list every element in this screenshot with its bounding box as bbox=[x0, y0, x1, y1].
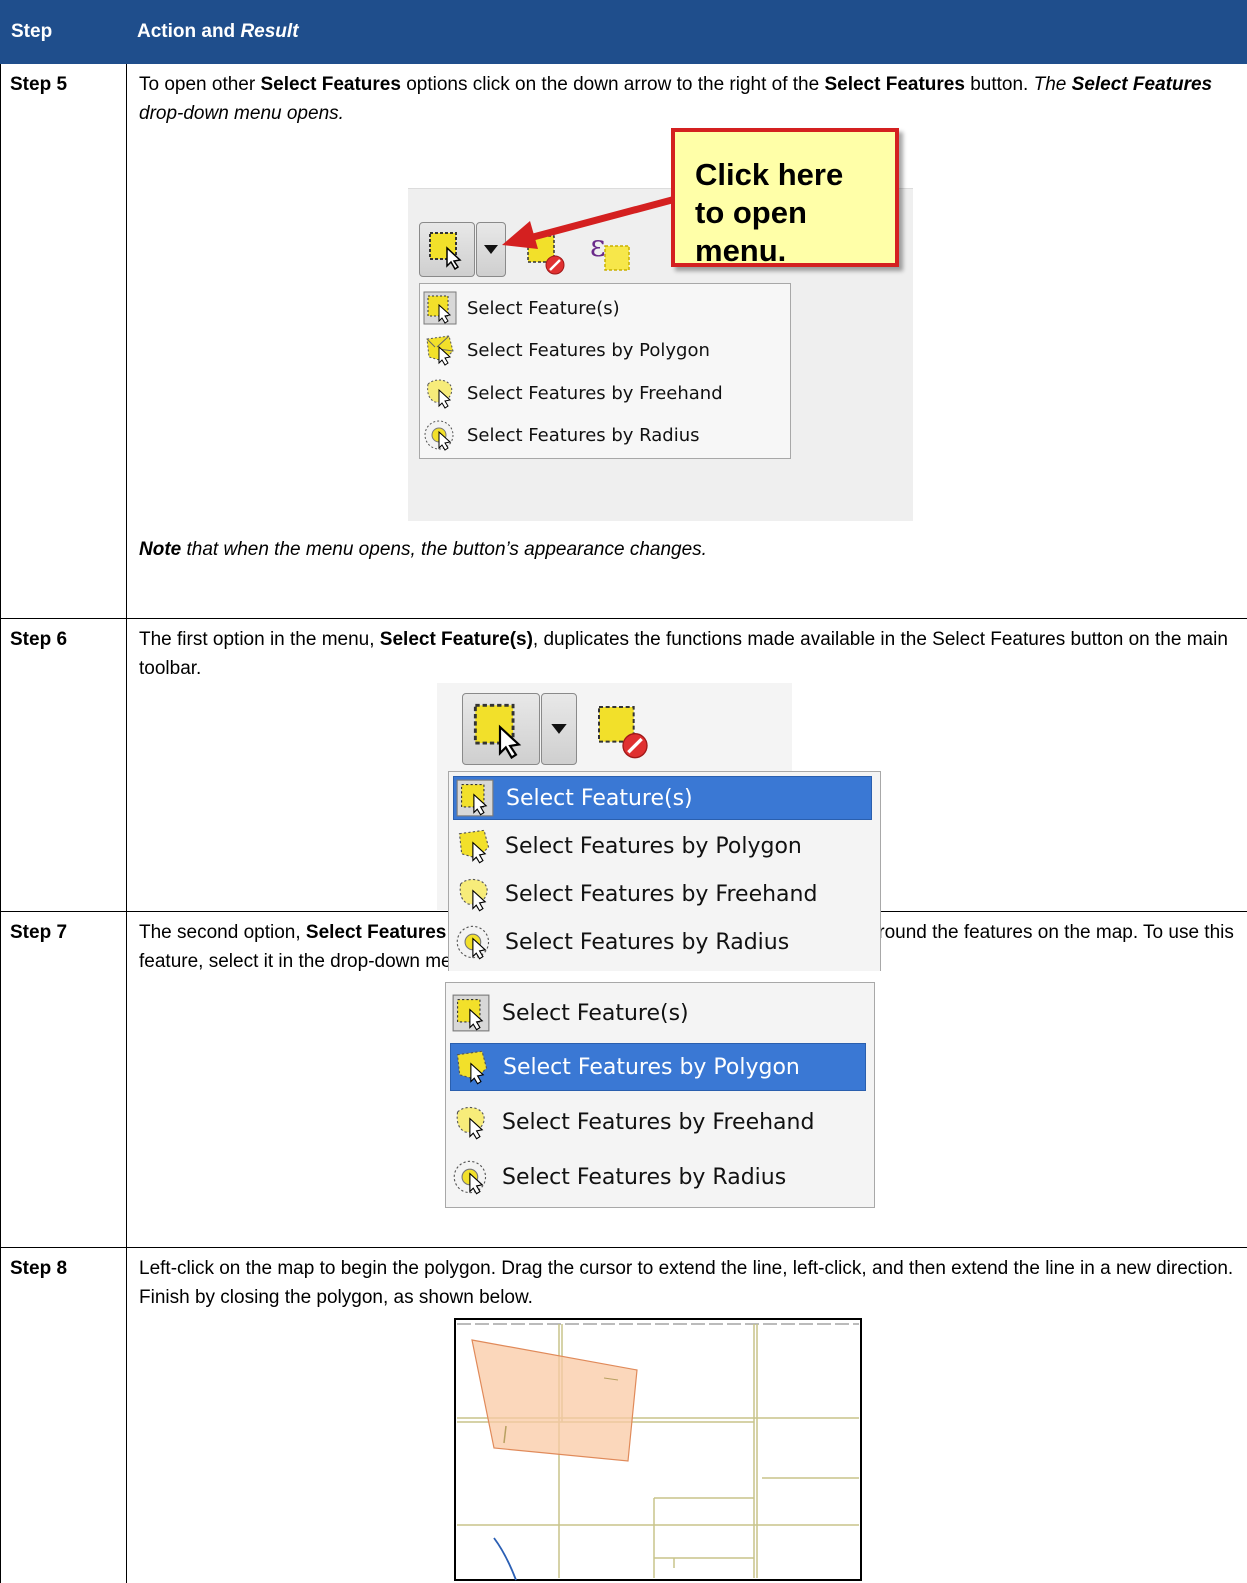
menu-item-select-feature[interactable]: Select Feature(s) bbox=[420, 288, 790, 328]
step8-figure bbox=[127, 1312, 1247, 1582]
step-content: The first option in the menu, Select Fea… bbox=[127, 619, 1247, 912]
dropdown-arrow-button[interactable] bbox=[541, 693, 577, 765]
step-text: To open other Select Features options cl… bbox=[127, 64, 1247, 128]
select-features-menu: Select Feature(s) Select Features by Pol… bbox=[445, 982, 875, 1208]
menu-item-select-freehand[interactable]: Select Features by Freehand bbox=[453, 872, 880, 916]
menu-item-select-radius[interactable]: Select Features by Radius bbox=[420, 415, 790, 455]
header-action: Action and Result bbox=[127, 1, 1247, 64]
menu-item-select-radius[interactable]: Select Features by Radius bbox=[453, 920, 880, 964]
step-row-5: Step 5 To open other Select Features opt… bbox=[1, 64, 1247, 619]
step-content: To open other Select Features options cl… bbox=[127, 64, 1247, 619]
menu-item-select-polygon[interactable]: Select Features by Polygon bbox=[450, 1043, 866, 1091]
select-radius-icon bbox=[423, 418, 457, 452]
step5-figure: ε Click here to open menu. bbox=[127, 128, 1247, 536]
step7-figure: Select Feature(s) Select Features by Pol… bbox=[127, 976, 1247, 1212]
dropdown-arrow-icon bbox=[484, 245, 498, 255]
step6-figure: Select Feature(s) Select Features by Pol… bbox=[127, 683, 1247, 911]
select-features-menu: Select Feature(s) Select Features by Pol… bbox=[448, 771, 881, 971]
select-polygon-icon bbox=[455, 827, 493, 865]
step-row-8: Step 8 Left-click on the map to begin th… bbox=[1, 1248, 1247, 1583]
select-feature-icon bbox=[456, 779, 494, 817]
select-radius-icon bbox=[452, 1158, 490, 1196]
step-label: Step 7 bbox=[1, 912, 127, 1248]
menu-item-select-radius[interactable]: Select Features by Radius bbox=[450, 1153, 874, 1201]
select-freehand-icon bbox=[452, 1103, 490, 1141]
dropdown-arrow-icon bbox=[551, 724, 567, 735]
select-radius-icon bbox=[455, 923, 493, 961]
select-freehand-icon bbox=[423, 376, 457, 410]
menu-item-select-freehand[interactable]: Select Features by Freehand bbox=[450, 1098, 874, 1146]
header-step: Step bbox=[1, 1, 127, 64]
select-features-menu: Select Feature(s) Select Features by Pol… bbox=[419, 283, 791, 459]
select-polygon-icon bbox=[423, 333, 457, 367]
menu-item-select-polygon[interactable]: Select Features by Polygon bbox=[420, 330, 790, 370]
menu-item-select-polygon[interactable]: Select Features by Polygon bbox=[453, 824, 880, 868]
step-text: Left-click on the map to begin the polyg… bbox=[127, 1248, 1247, 1312]
header-row: Step Action and Result bbox=[1, 1, 1247, 64]
menu-item-select-feature[interactable]: Select Feature(s) bbox=[450, 989, 874, 1037]
step-label: Step 6 bbox=[1, 619, 127, 912]
select-polygon-icon bbox=[453, 1048, 491, 1086]
select-feature-icon bbox=[423, 291, 457, 325]
menu-item-select-feature[interactable]: Select Feature(s) bbox=[453, 776, 872, 820]
step-label: Step 5 bbox=[1, 64, 127, 619]
menu-item-select-freehand[interactable]: Select Features by Freehand bbox=[420, 373, 790, 413]
steps-table: Step Action and Result Step 5 To open ot… bbox=[0, 0, 1247, 1583]
step-text: The first option in the menu, Select Fea… bbox=[127, 619, 1247, 683]
deselect-icon bbox=[595, 703, 651, 759]
select-features-button[interactable] bbox=[419, 222, 475, 277]
step-content: Left-click on the map to begin the polyg… bbox=[127, 1248, 1247, 1583]
map-canvas[interactable] bbox=[454, 1318, 862, 1581]
select-feature-icon bbox=[427, 230, 467, 270]
select-features-button[interactable] bbox=[462, 693, 540, 765]
step-label: Step 8 bbox=[1, 1248, 127, 1583]
step5-note: Note that when the menu opens, the butto… bbox=[127, 536, 1247, 564]
callout-box: Click here to open menu. bbox=[671, 128, 899, 267]
step-row-6: Step 6 The first option in the menu, Sel… bbox=[1, 619, 1247, 912]
select-feature-icon bbox=[452, 994, 490, 1032]
select-freehand-icon bbox=[455, 875, 493, 913]
select-feature-icon bbox=[471, 701, 529, 759]
